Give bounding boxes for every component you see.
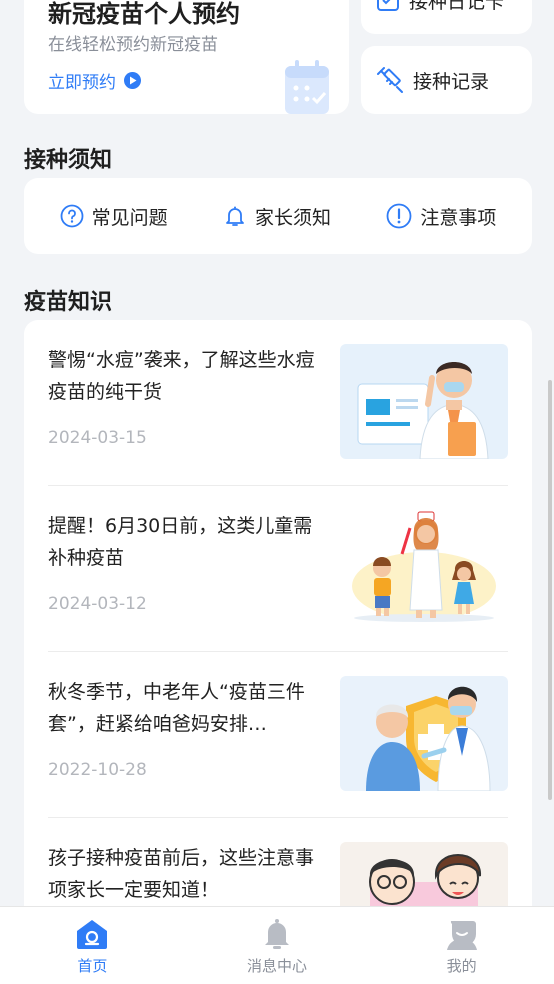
faq-label: 常见问题: [91, 206, 168, 229]
reserve-subtitle: 在线轻松预约新冠疫苗: [48, 35, 218, 55]
article-title: 提醒！6月30日前，这类儿童需补种疫苗: [48, 515, 313, 569]
bottom-tab-bar: 首页 消息中心 我的: [0, 906, 554, 984]
tab-messages[interactable]: 消息中心: [185, 907, 370, 984]
article-item[interactable]: 秋冬季节，中老年人“疫苗三件套”，赶紧给咱爸妈安排… 2022-10-28: [48, 652, 508, 818]
faq-button[interactable]: 常见问题: [60, 203, 168, 230]
article-thumbnail-elderly-vaccine: [340, 676, 508, 791]
scrollbar[interactable]: [548, 380, 552, 800]
article-date: 2022-10-28: [48, 760, 147, 780]
tab-home-label: 首页: [77, 957, 108, 975]
parent-notice-label: 家长须知: [254, 206, 331, 229]
article-date: 2024-03-12: [48, 594, 147, 614]
play-icon: [124, 72, 141, 89]
reserve-now-label: 立即预约: [48, 73, 116, 93]
article-thumbnail-doctor: [340, 344, 508, 459]
checklist-icon: [377, 0, 399, 11]
reserve-now-link[interactable]: 立即预约: [48, 68, 141, 93]
bell-icon: [226, 206, 244, 226]
notice-card: 常见问题 家长须知 注意事项: [24, 178, 532, 254]
syringe-icon: [377, 67, 403, 93]
article-item[interactable]: 警惕“水痘”袭来，了解这些水痘疫苗的纯干货 2024-03-15: [48, 320, 508, 486]
vaccination-diary-label: 接种日记卡: [409, 0, 505, 13]
article-title: 警惕“水痘”袭来，了解这些水痘疫苗的纯干货: [48, 349, 315, 403]
precautions-label: 注意事项: [420, 206, 497, 229]
tab-messages-label: 消息中心: [247, 957, 308, 975]
bell-icon: [265, 919, 289, 949]
article-thumbnail-nurse-children: [340, 510, 508, 625]
precautions-button[interactable]: 注意事项: [386, 203, 496, 230]
question-icon: [60, 204, 84, 228]
reserve-card[interactable]: 新冠疫苗个人预约 在线轻松预约新冠疫苗 立即预约: [24, 0, 349, 114]
tab-profile-label: 我的: [446, 957, 477, 975]
tab-home[interactable]: 首页: [0, 907, 185, 984]
tab-profile[interactable]: 我的: [369, 907, 554, 984]
knowledge-section-title: 疫苗知识: [24, 290, 113, 315]
notice-section-title: 接种须知: [24, 148, 113, 173]
article-title: 秋冬季节，中老年人“疫苗三件套”，赶紧给咱爸妈安排…: [48, 681, 305, 735]
exclamation-icon: [386, 203, 412, 229]
vaccination-diary-card[interactable]: 接种日记卡: [361, 0, 532, 34]
user-icon: [446, 921, 477, 950]
knowledge-list: 警惕“水痘”袭来，了解这些水痘疫苗的纯干货 2024-03-15 提醒！6月30…: [24, 320, 532, 940]
parent-notice-button[interactable]: 家长须知: [223, 203, 331, 230]
reserve-title: 新冠疫苗个人预约: [48, 0, 240, 28]
article-item[interactable]: 提醒！6月30日前，这类儿童需补种疫苗 2024-03-12: [48, 486, 508, 652]
home-icon: [77, 920, 108, 949]
calendar-icon: [285, 60, 329, 114]
vaccination-record-card[interactable]: 接种记录: [361, 46, 532, 114]
vaccination-record-label: 接种记录: [413, 70, 490, 93]
article-date: 2024-03-15: [48, 428, 147, 448]
article-title: 孩子接种疫苗前后，这些注意事项家长一定要知道！: [48, 847, 315, 901]
